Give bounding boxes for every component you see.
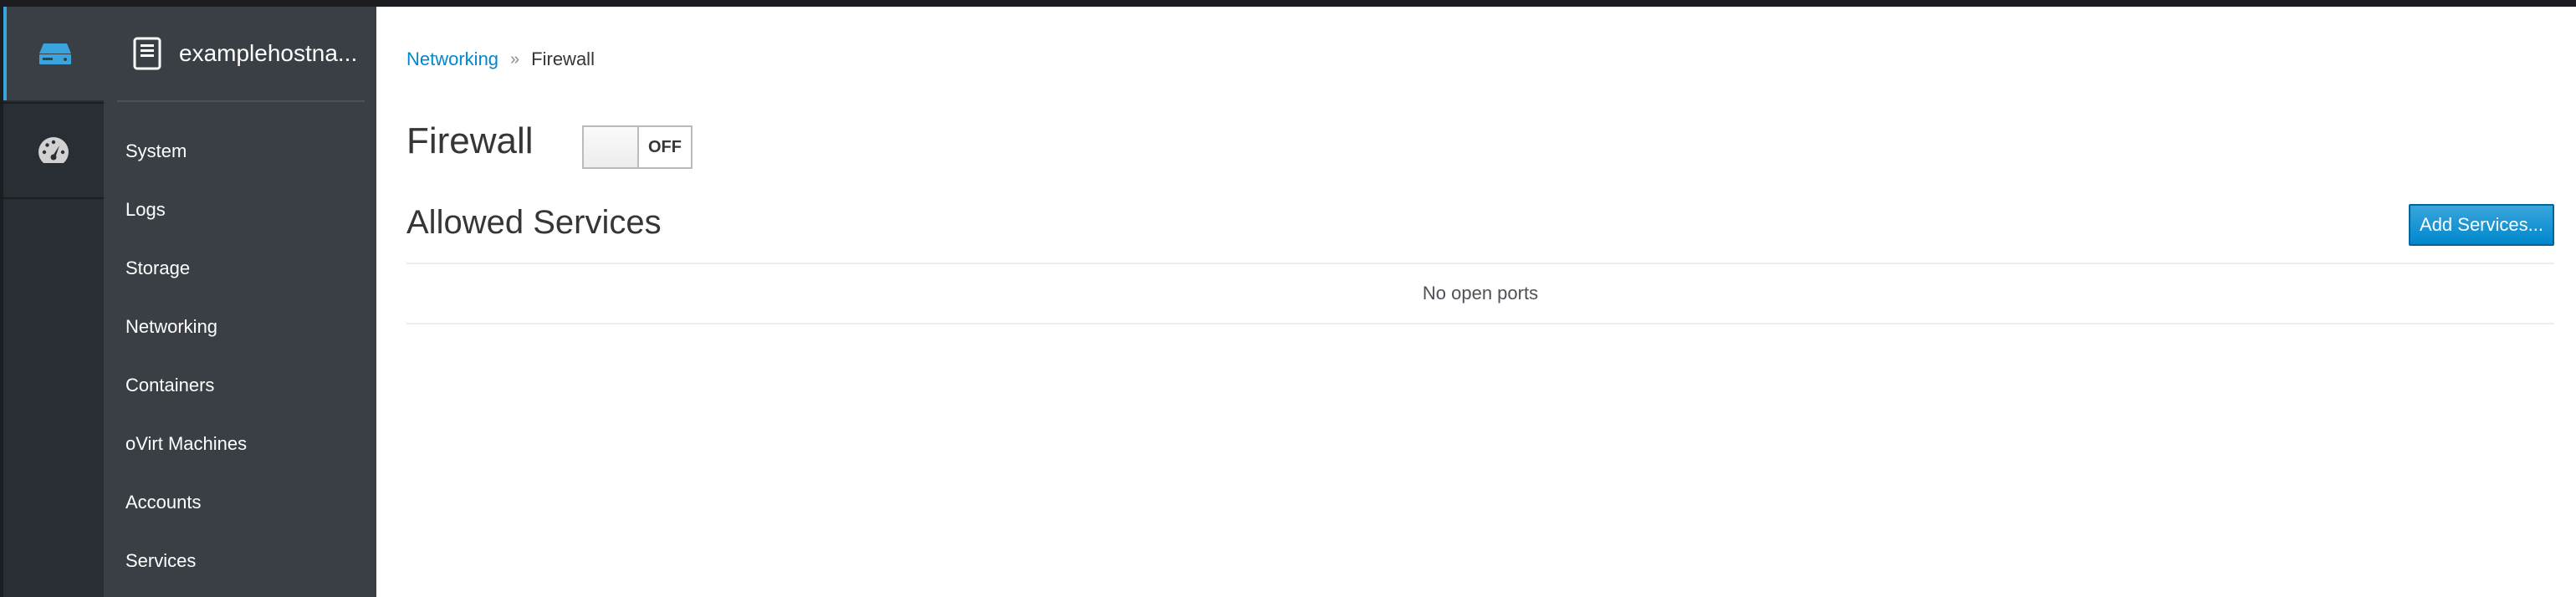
page-title: Firewall (406, 120, 534, 161)
rail-dashboard-button[interactable] (3, 102, 104, 199)
breadcrumb-current: Firewall (531, 48, 595, 69)
sidebar-item-storage[interactable]: Storage (104, 239, 376, 298)
sidebar-nav: System Logs Storage Networking Container… (104, 122, 376, 590)
breadcrumb-networking-link[interactable]: Networking (406, 48, 498, 70)
firewall-toggle[interactable]: OFF (582, 125, 693, 169)
main-content: Networking » Firewall Firewall OFF Allow… (376, 7, 2576, 597)
cockpit-app: examplehostna... System Logs Storage Net… (0, 0, 2576, 597)
sidebar-item-networking[interactable]: Networking (104, 298, 376, 356)
toggle-knob (584, 127, 639, 167)
allowed-services-title: Allowed Services (406, 204, 662, 241)
host-header[interactable]: examplehostna... (117, 7, 365, 102)
sidebar-item-system[interactable]: System (104, 122, 376, 181)
add-services-button[interactable]: Add Services... (2409, 204, 2554, 246)
empty-state-row: No open ports (406, 263, 2554, 324)
sidebar-item-logs[interactable]: Logs (104, 181, 376, 239)
breadcrumb-separator: » (510, 49, 520, 69)
server-icon (39, 43, 71, 64)
dashboard-icon (38, 137, 69, 163)
sidebar-item-services[interactable]: Services (104, 532, 376, 590)
toggle-state-label: OFF (648, 137, 682, 156)
breadcrumb: Networking » Firewall (406, 48, 595, 70)
sidebar-item-accounts[interactable]: Accounts (104, 473, 376, 532)
sidebar-item-containers[interactable]: Containers (104, 356, 376, 415)
services-table: No open ports (406, 263, 2554, 324)
empty-message: No open ports (1422, 283, 1539, 304)
host-sidebar: examplehostna... System Logs Storage Net… (104, 7, 376, 597)
host-document-icon (133, 37, 161, 70)
host-name: examplehostna... (179, 40, 358, 66)
rail-host-button[interactable] (3, 7, 104, 100)
sidebar-item-ovirt-machines[interactable]: oVirt Machines (104, 415, 376, 473)
icon-rail (3, 7, 104, 597)
